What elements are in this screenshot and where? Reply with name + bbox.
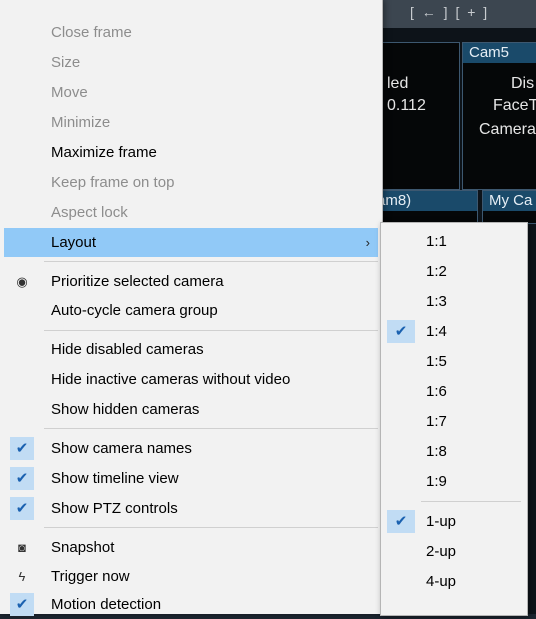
menu-item-label: Aspect lock [51, 204, 128, 221]
mycam-header: My Ca [483, 191, 536, 211]
menu-item-label: Show PTZ controls [51, 500, 178, 517]
menu-item-label: Size [51, 54, 81, 71]
layout-option-label: 1-up [426, 513, 457, 530]
cam8-header: am8) [371, 191, 477, 211]
menu-item-label: Motion detection [51, 596, 162, 613]
menu-item-hide-inactive-cameras[interactable]: Hide inactive cameras without video [4, 365, 378, 394]
menu-item-label: Hide inactive cameras without video [51, 371, 291, 388]
tile-left-line-1: led [387, 75, 409, 92]
menu-item-show-ptz-controls[interactable]: ✔ Show PTZ controls [4, 494, 378, 523]
menu-item-prioritize-selected-camera[interactable]: ◉ Prioritize selected camera [4, 267, 378, 296]
camera-icon: ◙ [18, 540, 26, 555]
submenu-arrow-icon: › [365, 235, 370, 250]
camera-tile-mycam[interactable]: My Ca [482, 190, 536, 224]
checkmark-icon: ✔ [10, 497, 34, 520]
menu-item-label: Keep frame on top [51, 174, 175, 191]
layout-option-2-up[interactable]: 2-up [385, 537, 523, 566]
menu-item-layout[interactable]: Layout › [4, 228, 378, 257]
menu-separator [44, 261, 378, 262]
menu-item-aspect-lock[interactable]: Aspect lock [4, 198, 378, 227]
menu-item-label: Prioritize selected camera [51, 273, 224, 290]
menu-item-show-camera-names[interactable]: ✔ Show camera names [4, 434, 378, 463]
layout-option-1-6[interactable]: 1:6 [385, 377, 523, 406]
menu-item-hide-disabled-cameras[interactable]: Hide disabled cameras [4, 335, 378, 364]
tile-left-line-2: 0.112 [387, 97, 426, 114]
menu-item-auto-cycle-camera-group[interactable]: Auto-cycle camera group [4, 296, 378, 325]
layout-option-label: 1:2 [426, 263, 447, 280]
tile-right-line-2: FaceT [493, 97, 536, 114]
tile-right-line-1: Dis [511, 75, 535, 92]
menu-item-trigger-now[interactable]: ϟ Trigger now [4, 562, 378, 591]
layout-option-label: 1:1 [426, 233, 447, 250]
menu-separator [44, 527, 378, 528]
checkmark-icon: ✔ [10, 593, 34, 616]
menu-item-move[interactable]: Move [4, 78, 378, 107]
layout-option-1-4[interactable]: ✔ 1:4 [385, 317, 523, 346]
camera-tile-cam8[interactable]: am8) [370, 190, 478, 224]
layout-option-1-9[interactable]: 1:9 [385, 467, 523, 496]
layout-submenu: 1:1 1:2 1:3 ✔ 1:4 1:5 1:6 1:7 1:8 1:9 ✔ … [380, 222, 528, 616]
layout-option-1-3[interactable]: 1:3 [385, 287, 523, 316]
camera-tile-left[interactable]: led 0.112 [370, 42, 460, 190]
menu-item-label: Close frame [51, 24, 132, 41]
layout-option-label: 1:7 [426, 413, 447, 430]
menu-item-label: Snapshot [51, 539, 115, 556]
menu-item-maximize-frame[interactable]: Maximize frame [4, 138, 378, 167]
menu-separator [44, 428, 378, 429]
layout-option-4-up[interactable]: 4-up [385, 567, 523, 596]
checkmark-icon: ✔ [10, 467, 34, 490]
layout-option-label: 1:6 [426, 383, 447, 400]
layout-option-1-8[interactable]: 1:8 [385, 437, 523, 466]
menu-item-minimize[interactable]: Minimize [4, 108, 378, 137]
checkmark-icon: ✔ [387, 320, 415, 343]
menu-item-show-timeline-view[interactable]: ✔ Show timeline view [4, 464, 378, 493]
layout-option-1-2[interactable]: 1:2 [385, 257, 523, 286]
menu-item-show-hidden-cameras[interactable]: Show hidden cameras [4, 395, 378, 424]
menu-item-label: Move [51, 84, 88, 101]
context-menu: Close frame Size Move Minimize Maximize … [0, 0, 383, 616]
top-strip-text: [ ← ] [ + ] [410, 4, 490, 20]
menu-item-label: Layout [51, 234, 97, 251]
menu-item-label: Maximize frame [51, 144, 157, 161]
top-toolbar-strip: [ ← ] [ + ] [380, 0, 536, 28]
menu-item-label: Show camera names [51, 440, 192, 457]
menu-item-close-frame[interactable]: Close frame [4, 18, 378, 47]
submenu-separator [421, 501, 521, 502]
layout-option-label: 2-up [426, 543, 457, 560]
layout-option-label: 1:4 [426, 323, 447, 340]
camera-tile-cam5[interactable]: Cam5 Dis FaceT Camera [462, 42, 536, 190]
menu-item-label: Trigger now [51, 568, 130, 585]
layout-option-label: 1:3 [426, 293, 447, 310]
layout-option-1-7[interactable]: 1:7 [385, 407, 523, 436]
menu-item-label: Show hidden cameras [51, 401, 200, 418]
camera-priority-icon: ◉ [16, 274, 28, 289]
checkmark-icon: ✔ [387, 510, 415, 533]
menu-separator [44, 330, 378, 331]
checkmark-icon: ✔ [10, 437, 34, 460]
layout-option-label: 4-up [426, 573, 457, 590]
menu-item-snapshot[interactable]: ◙ Snapshot [4, 533, 378, 562]
menu-item-label: Hide disabled cameras [51, 341, 204, 358]
menu-item-size[interactable]: Size [4, 48, 378, 77]
cam5-header: Cam5 [463, 43, 536, 63]
menu-item-label: Auto-cycle camera group [51, 302, 218, 319]
menu-item-label: Minimize [51, 114, 111, 131]
menu-item-motion-detection[interactable]: ✔ Motion detection [4, 590, 378, 619]
lightning-icon: ϟ [18, 569, 26, 584]
layout-option-1-up[interactable]: ✔ 1-up [385, 507, 523, 536]
tile-right-line-3: Camera [479, 121, 536, 138]
menu-item-keep-frame-on-top[interactable]: Keep frame on top [4, 168, 378, 197]
layout-option-label: 1:9 [426, 473, 447, 490]
layout-option-1-5[interactable]: 1:5 [385, 347, 523, 376]
layout-option-label: 1:5 [426, 353, 447, 370]
layout-option-1-1[interactable]: 1:1 [385, 227, 523, 256]
menu-item-label: Show timeline view [51, 470, 179, 487]
layout-option-label: 1:8 [426, 443, 447, 460]
